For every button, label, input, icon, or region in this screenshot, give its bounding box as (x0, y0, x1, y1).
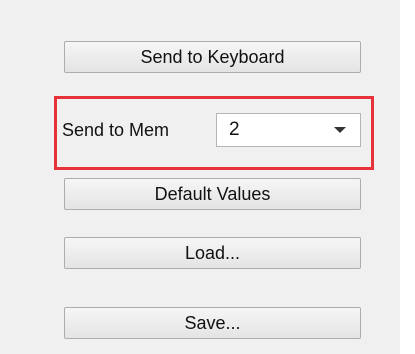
send-to-keyboard-button[interactable]: Send to Keyboard (64, 41, 361, 73)
send-to-mem-label: Send to Mem (62, 120, 170, 140)
default-values-button[interactable]: Default Values (64, 178, 361, 210)
button-panel: Send to Keyboard Send to Mem 2 Default V… (0, 0, 400, 354)
save-button[interactable]: Save... (64, 307, 361, 339)
chevron-down-icon[interactable] (334, 127, 346, 133)
memory-slot-select[interactable]: 2 (216, 113, 361, 147)
memory-slot-value: 2 (229, 119, 240, 140)
load-button[interactable]: Load... (64, 237, 361, 269)
